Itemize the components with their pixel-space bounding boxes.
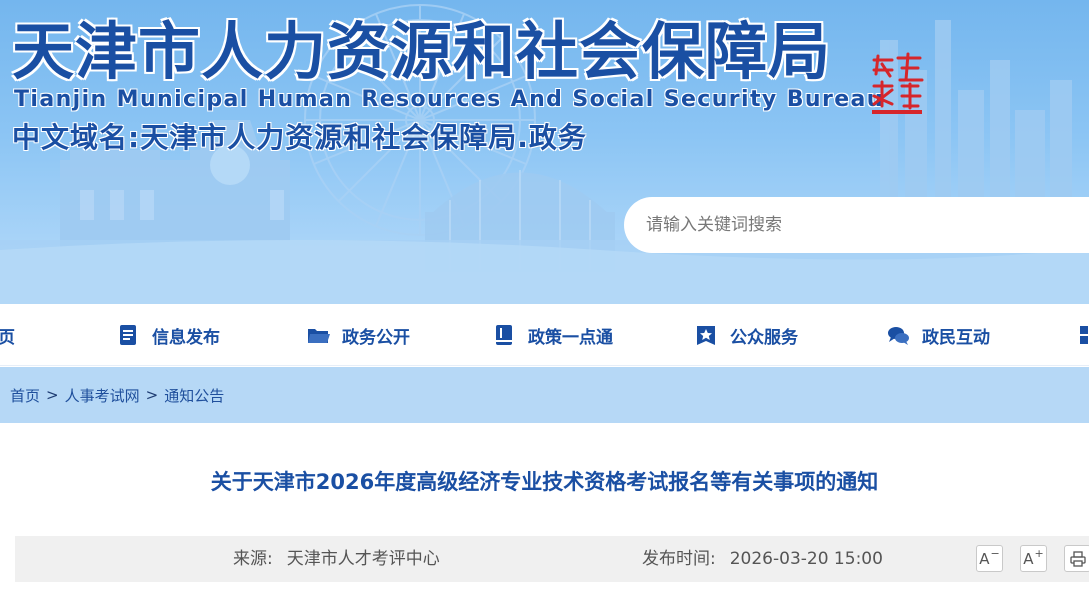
font-smaller-button[interactable]: A − — [976, 545, 1003, 572]
star-badge-icon — [694, 323, 718, 347]
publish-time-value: 2026-03-20 15:00 — [729, 549, 883, 569]
chat-icon — [886, 323, 910, 347]
nav-item-home[interactable]: 页 — [0, 304, 15, 366]
breadcrumb-home[interactable]: 首页 — [10, 385, 40, 406]
publish-time-label: 发布时间: — [642, 549, 716, 569]
article-publish-time: 发布时间: 2026-03-20 15:00 — [642, 536, 883, 582]
breadcrumb-exam-site[interactable]: 人事考试网 — [65, 385, 140, 406]
nav-item-more[interactable] — [1078, 304, 1089, 366]
grid-icon — [1078, 323, 1089, 347]
print-button[interactable] — [1064, 545, 1089, 572]
chinese-domain-name: 中文域名:天津市人力资源和社会保障局.政务 — [12, 121, 587, 154]
nav-item-label: 信息发布 — [152, 327, 220, 348]
header-banner: 天津市人力资源和社会保障局 Tianjin Municipal Human Re… — [0, 0, 1089, 304]
nav-item-interaction[interactable]: 政民互动 — [886, 304, 990, 366]
site-title-cn: 天津市人力资源和社会保障局 — [12, 15, 832, 88]
breadcrumb-separator: > — [145, 386, 159, 404]
search-input[interactable] — [646, 215, 1066, 235]
book-icon — [492, 323, 516, 347]
folder-icon — [306, 323, 330, 347]
breadcrumb: 首页 > 人事考试网 > 通知公告 — [0, 367, 1089, 423]
nav-item-policy[interactable]: 政策一点通 — [492, 304, 613, 366]
main-nav: 页 信息发布 政务公开 政策一点通 公众服务 政民互动 — [0, 304, 1089, 366]
site-title-en: Tianjin Municipal Human Resources And So… — [14, 87, 884, 112]
nav-item-label: 政策一点通 — [528, 327, 613, 348]
source-label: 来源: — [233, 549, 273, 569]
nav-item-gov-affairs[interactable]: 政务公开 — [306, 304, 410, 366]
breadcrumb-separator: > — [46, 386, 59, 404]
printer-icon — [1069, 550, 1086, 567]
nav-item-public-service[interactable]: 公众服务 — [694, 304, 798, 366]
nav-item-label: 政民互动 — [922, 327, 990, 348]
document-icon — [116, 323, 140, 347]
article-meta-bar: 来源: 天津市人才考评中心 发布时间: 2026-03-20 15:00 A − A + — [15, 536, 1089, 582]
source-value: 天津市人才考评中心 — [286, 549, 440, 569]
search-box[interactable] — [624, 197, 1089, 253]
font-larger-button[interactable]: A + — [1020, 545, 1047, 572]
nav-item-label: 页 — [0, 327, 15, 348]
tianjin-government-seal-icon — [872, 52, 924, 114]
article-title: 关于天津市2026年度高级经济专业技术资格考试报名等有关事项的通知 — [210, 470, 879, 494]
nav-item-label: 政务公开 — [342, 327, 410, 348]
article-source: 来源: 天津市人才考评中心 — [233, 536, 440, 582]
breadcrumb-notices[interactable]: 通知公告 — [164, 385, 224, 406]
nav-item-info-release[interactable]: 信息发布 — [116, 304, 220, 366]
nav-item-label: 公众服务 — [730, 327, 798, 348]
